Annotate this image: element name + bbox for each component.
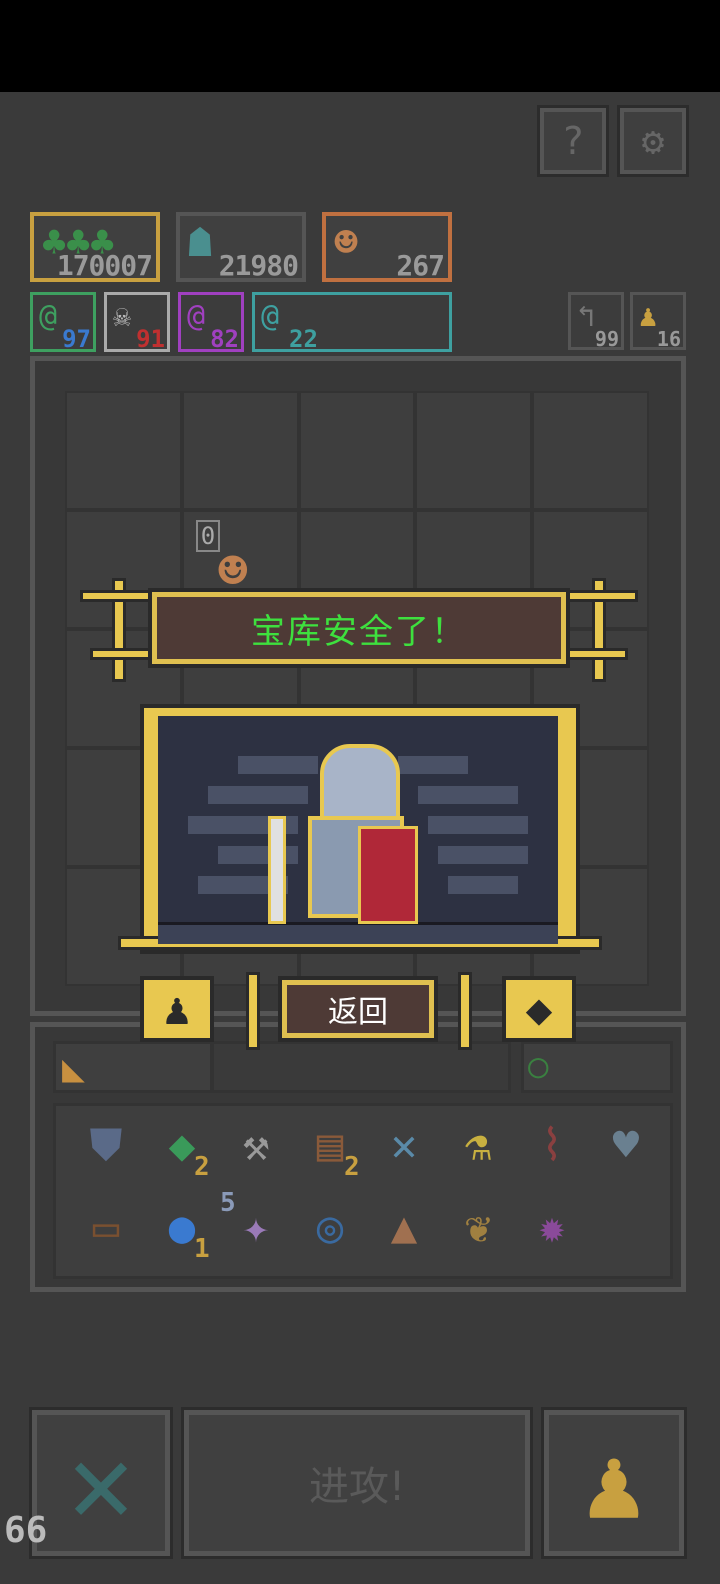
inventory-tab[interactable]: ◣	[53, 1041, 213, 1093]
board-cell[interactable]	[65, 391, 182, 510]
resource-cyan: @ 22	[252, 292, 452, 353]
resource-green: @ 97	[30, 292, 96, 353]
shield-icon[interactable]: ⛊	[76, 1116, 136, 1176]
cross-icon: ✕	[67, 1419, 135, 1547]
ring-icon: ○	[528, 1046, 549, 1086]
title-right-arm	[562, 590, 638, 602]
back-right-post	[458, 972, 472, 1050]
attack-button[interactable]: 进攻!	[181, 1407, 533, 1559]
wall-brick	[428, 816, 528, 834]
skull-orb-icon: ☠	[113, 299, 132, 334]
board-cell[interactable]	[298, 391, 416, 510]
back-button[interactable]: 返回	[278, 976, 438, 1042]
gear-icon: ⚙	[641, 119, 665, 163]
inventory-panel: ◣ ○ ⛊ ◆ 2 ⚒ ▤ 2 ✕ ⚗ ⌇ ♥ ▭ ● 1 ✦ 5 ◎ ▲ ❦ …	[30, 1022, 686, 1292]
coin-icon[interactable]: ◎	[300, 1198, 360, 1258]
unit-card-dwarf[interactable]: ☻ 267	[322, 212, 452, 282]
recruit-counter[interactable]: ↰ 99	[568, 292, 624, 351]
status-bar	[0, 0, 720, 92]
wall-brick	[218, 846, 298, 864]
resource-skull: ☠ 91	[104, 292, 170, 353]
question-icon: ?	[561, 119, 585, 163]
dna-icon[interactable]: ⌇	[522, 1116, 582, 1176]
vault-scene	[158, 716, 558, 944]
wall-brick	[438, 846, 528, 864]
green-swirl-icon: @	[39, 299, 58, 334]
hammer-icon[interactable]: ⚒	[226, 1116, 286, 1176]
unit-card-orc[interactable]: ☗ 21980	[176, 212, 306, 282]
title-left-arm	[80, 590, 156, 602]
cancel-button[interactable]: ✕	[29, 1407, 173, 1559]
board-cell[interactable]	[181, 391, 299, 510]
map-piece-icon: ◣	[62, 1046, 85, 1090]
settings-button[interactable]: ⚙	[617, 105, 689, 177]
gem-badge[interactable]: ◆	[502, 976, 576, 1042]
knight-sword	[268, 816, 286, 924]
help-button[interactable]: ?	[537, 105, 609, 177]
pawn-button[interactable]: ♟	[541, 1407, 687, 1559]
heart-icon[interactable]: ♥	[596, 1116, 656, 1176]
title-left-arm-low	[90, 648, 156, 660]
cog-icon[interactable]: ✹	[522, 1198, 582, 1258]
cyan-swirl-icon: @	[261, 299, 280, 334]
dialog-title-bar: 宝库安全了！	[148, 588, 570, 668]
knight-cape	[358, 826, 418, 924]
scene-floor	[158, 922, 558, 944]
resource-purple: @ 82	[178, 292, 244, 353]
inventory-grid: ⛊ ◆ 2 ⚒ ▤ 2 ✕ ⚗ ⌇ ♥ ▭ ● 1 ✦ 5 ◎ ▲ ❦ ✹	[53, 1103, 673, 1279]
potion-icon[interactable]: ⚗	[448, 1116, 508, 1176]
wall-brick	[398, 756, 468, 774]
purple-swirl-icon: @	[187, 299, 206, 334]
recruit-icon: ↰	[577, 299, 596, 334]
dialog-title: 宝库安全了！	[251, 611, 467, 652]
pawn-icon: ♟	[163, 983, 191, 1035]
wall-brick	[238, 756, 318, 774]
tombstone-icon[interactable]: ▲	[374, 1198, 434, 1258]
board-cell[interactable]	[532, 391, 649, 510]
back-label: 返回	[328, 995, 388, 1030]
dwarf-hero-icon: ☻	[334, 220, 359, 266]
pawn-icon: ♟	[639, 299, 658, 334]
pawn-counter[interactable]: ♟ 16	[630, 292, 686, 351]
hero-level-badge: 0	[195, 520, 221, 552]
orc-warrior-icon: ☗	[188, 220, 213, 266]
wall-brick	[418, 786, 518, 804]
unit-count: 21980	[218, 249, 299, 282]
attack-label: 进攻!	[308, 1464, 406, 1510]
pawn-icon: ♟	[583, 1424, 645, 1542]
wall-brick	[448, 876, 518, 894]
wall-brick	[208, 786, 308, 804]
fps-counter: 66	[4, 1510, 48, 1551]
title-right-arm-low	[562, 648, 628, 660]
chest-icon[interactable]: ▭	[76, 1198, 136, 1258]
board-cell[interactable]	[415, 391, 533, 510]
leaf-icon[interactable]: ❦	[448, 1198, 508, 1258]
back-left-post	[246, 972, 260, 1050]
recruit-badge[interactable]: ♟	[140, 976, 214, 1042]
inventory-tab-ring[interactable]: ○	[521, 1041, 673, 1093]
knight-helmet	[320, 744, 400, 824]
gem-icon: ◆	[525, 983, 553, 1035]
dagger-icon[interactable]: ✕	[374, 1116, 434, 1176]
unit-count: 267	[396, 249, 445, 282]
unit-count: 170007	[56, 249, 153, 282]
unit-card-goblins[interactable]: ♣♣♣ 170007	[30, 212, 160, 282]
